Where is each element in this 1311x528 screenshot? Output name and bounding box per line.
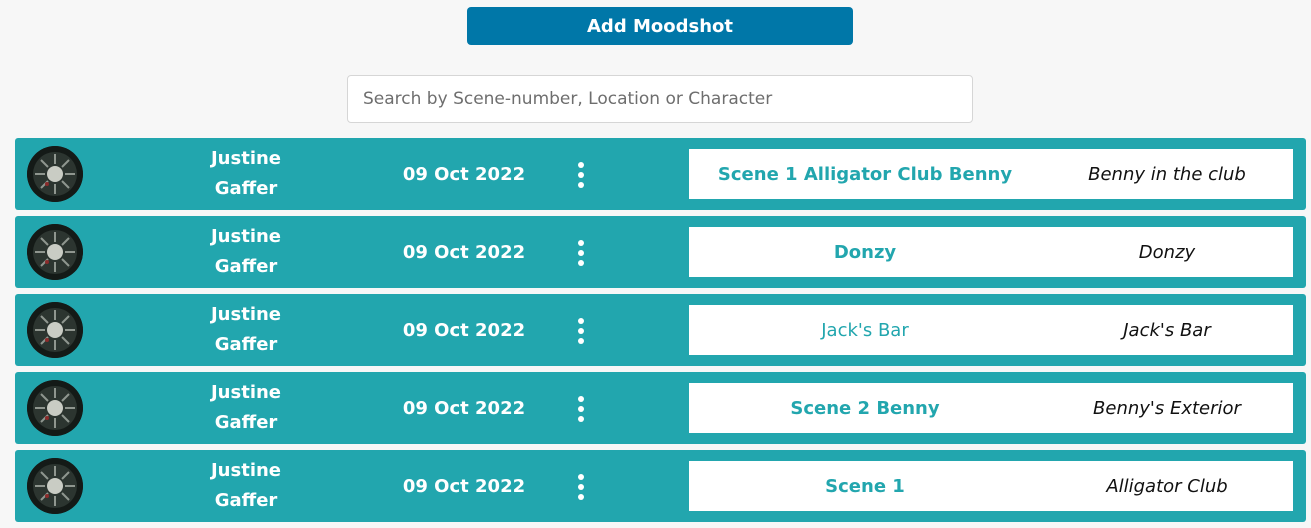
- avatar-image-icon: [27, 458, 83, 514]
- moodshot-row: Justine Gaffer 09 Oct 2022 Scene 2 Benny…: [15, 372, 1306, 444]
- more-vertical-icon[interactable]: [571, 396, 591, 422]
- row-date: 09 Oct 2022: [402, 163, 526, 185]
- row-date: 09 Oct 2022: [402, 241, 526, 263]
- author: Justine Gaffer: [175, 216, 317, 288]
- more-vertical-icon[interactable]: [571, 318, 591, 344]
- avatar-image-icon: [27, 380, 83, 436]
- author-name: Justine: [210, 304, 282, 325]
- avatar[interactable]: [27, 380, 83, 436]
- add-moodshot-button[interactable]: Add Moodshot: [467, 7, 853, 45]
- author-role: Gaffer: [214, 256, 278, 277]
- scene-panel: Scene 2 Benny Benny's Exterior: [689, 383, 1293, 433]
- scene-panel: Scene 1 Alligator Club: [689, 461, 1293, 511]
- avatar-image-icon: [27, 302, 83, 358]
- moodshot-row: Justine Gaffer 09 Oct 2022 Scene 1 Allig…: [15, 450, 1306, 522]
- scene-description: Alligator Club: [1106, 475, 1228, 497]
- scene-link[interactable]: Scene 1: [689, 461, 1041, 511]
- author: Justine Gaffer: [175, 294, 317, 366]
- author-role: Gaffer: [214, 178, 278, 199]
- more-vertical-icon[interactable]: [571, 162, 591, 188]
- avatar-image-icon: [27, 146, 83, 202]
- scene-panel: Jack's Bar Jack's Bar: [689, 305, 1293, 355]
- moodshot-row: Justine Gaffer 09 Oct 2022 Jack's Bar Ja…: [15, 294, 1306, 366]
- row-date: 09 Oct 2022: [402, 319, 526, 341]
- scene-description: Benny's Exterior: [1093, 397, 1241, 419]
- more-vertical-icon[interactable]: [571, 474, 591, 500]
- moodshot-row: Justine Gaffer 09 Oct 2022 Scene 1 Allig…: [15, 138, 1306, 210]
- scene-panel: Donzy Donzy: [689, 227, 1293, 277]
- scene-link[interactable]: Scene 1 Alligator Club Benny: [689, 149, 1041, 199]
- scene-link[interactable]: Donzy: [689, 227, 1041, 277]
- author-name: Justine: [210, 226, 282, 247]
- moodshot-list: Justine Gaffer 09 Oct 2022 Scene 1 Allig…: [15, 138, 1306, 528]
- scene-description: Benny in the club: [1088, 163, 1246, 185]
- moodshot-row: Justine Gaffer 09 Oct 2022 Donzy Donzy: [15, 216, 1306, 288]
- avatar-image-icon: [27, 224, 83, 280]
- row-date: 09 Oct 2022: [402, 397, 526, 419]
- avatar[interactable]: [27, 224, 83, 280]
- avatar[interactable]: [27, 146, 83, 202]
- scene-description: Donzy: [1138, 241, 1196, 263]
- author-name: Justine: [210, 148, 282, 169]
- author: Justine Gaffer: [175, 138, 317, 210]
- scene-link[interactable]: Jack's Bar: [689, 305, 1041, 355]
- row-date: 09 Oct 2022: [402, 475, 526, 497]
- scene-link[interactable]: Scene 2 Benny: [689, 383, 1041, 433]
- search-input[interactable]: [347, 75, 973, 123]
- author-role: Gaffer: [214, 334, 278, 355]
- author: Justine Gaffer: [175, 372, 317, 444]
- author-name: Justine: [210, 382, 282, 403]
- scene-panel: Scene 1 Alligator Club Benny Benny in th…: [689, 149, 1293, 199]
- author-role: Gaffer: [214, 412, 278, 433]
- author-name: Justine: [210, 460, 282, 481]
- author: Justine Gaffer: [175, 450, 317, 522]
- author-role: Gaffer: [214, 490, 278, 511]
- avatar[interactable]: [27, 458, 83, 514]
- scene-description: Jack's Bar: [1123, 319, 1211, 341]
- more-vertical-icon[interactable]: [571, 240, 591, 266]
- avatar[interactable]: [27, 302, 83, 358]
